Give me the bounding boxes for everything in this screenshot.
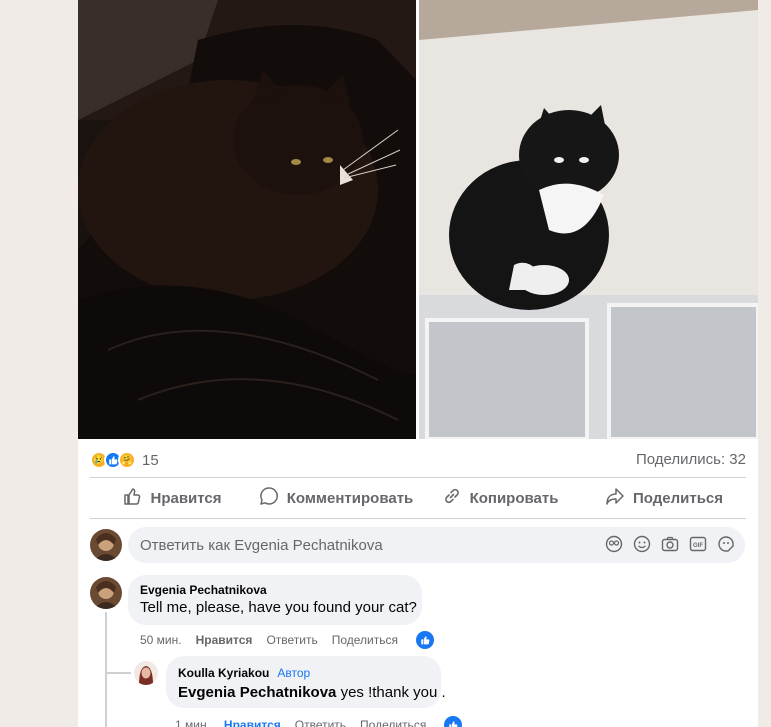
comment-input-placeholder: Ответить как Evgenia Pechatnikova bbox=[140, 536, 383, 554]
sticker-icon[interactable] bbox=[717, 535, 735, 553]
comment-input[interactable]: Ответить как Evgenia Pechatnikova GIF bbox=[128, 527, 745, 563]
divider bbox=[90, 477, 746, 478]
like-badge-icon bbox=[444, 716, 463, 727]
post-photo-2[interactable] bbox=[419, 0, 758, 439]
reply-text-body: yes !thank you . bbox=[336, 684, 446, 701]
shares-count[interactable]: Поделились: 32 bbox=[636, 451, 746, 468]
commenter-avatar[interactable] bbox=[90, 577, 122, 609]
post-card: 😢 🤗 15 Поделились: 32 Нравится Комментир… bbox=[78, 0, 758, 727]
camera-icon[interactable] bbox=[661, 535, 679, 553]
comment-like-button[interactable]: Нравится bbox=[196, 633, 253, 647]
comment-reply-button[interactable]: Ответить bbox=[266, 633, 317, 647]
comment-button[interactable]: Комментировать bbox=[254, 480, 418, 516]
emoji-icon[interactable] bbox=[633, 535, 651, 553]
comment-label: Комментировать bbox=[286, 489, 414, 507]
comment-bubble: Evgenia Pechatnikova Tell me, please, ha… bbox=[128, 575, 422, 625]
composer-tools: GIF bbox=[605, 535, 735, 553]
reply-mention[interactable]: Evgenia Pechatnikova bbox=[178, 684, 336, 701]
share-button[interactable]: Поделиться bbox=[582, 480, 746, 516]
current-user-avatar[interactable] bbox=[90, 529, 122, 561]
reply-like-button[interactable]: Нравится bbox=[224, 718, 281, 727]
reply-author-avatar[interactable] bbox=[134, 661, 158, 685]
comment-bubble-icon bbox=[259, 486, 279, 510]
reactions-summary[interactable]: 😢 🤗 15 bbox=[90, 450, 159, 470]
comment-meta: 50 мин. Нравится Ответить Поделиться bbox=[140, 631, 434, 649]
comment-author[interactable]: Evgenia Pechatnikova bbox=[140, 583, 410, 597]
divider bbox=[90, 518, 746, 519]
copy-button[interactable]: Копировать bbox=[418, 480, 582, 516]
reply-meta: 1 мин. Нравится Ответить Поделиться bbox=[175, 716, 463, 727]
like-label: Нравится bbox=[150, 489, 222, 507]
gif-icon[interactable]: GIF bbox=[689, 535, 707, 553]
reply-connector bbox=[105, 672, 131, 674]
reply-text: Evgenia Pechatnikova yes !thank you . bbox=[178, 684, 446, 701]
reply-share-button[interactable]: Поделиться bbox=[360, 718, 426, 727]
comment-time[interactable]: 50 мин. bbox=[140, 633, 182, 647]
like-button[interactable]: Нравится bbox=[90, 480, 254, 516]
share-arrow-icon bbox=[605, 486, 625, 510]
page-background-right bbox=[758, 0, 771, 727]
reply-bubble: Koulla Kyriakou Автор Evgenia Pechatnikov… bbox=[166, 656, 446, 708]
reply-time[interactable]: 1 мин. bbox=[175, 718, 210, 727]
reply-reply-button[interactable]: Ответить bbox=[295, 718, 346, 727]
reply-author[interactable]: Koulla Kyriakou bbox=[178, 666, 269, 680]
comment-share-button[interactable]: Поделиться bbox=[332, 633, 398, 647]
copy-label: Копировать bbox=[469, 489, 559, 507]
author-badge: Автор bbox=[277, 666, 311, 680]
post-photo-1[interactable] bbox=[78, 0, 416, 439]
page-background-left bbox=[0, 0, 78, 727]
reaction-count: 15 bbox=[142, 451, 159, 469]
care-reaction-icon: 🤗 bbox=[118, 451, 136, 469]
avatar-sticker-icon[interactable] bbox=[605, 535, 623, 553]
thread-line bbox=[105, 612, 107, 727]
share-label: Поделиться bbox=[632, 489, 724, 507]
like-badge-icon bbox=[416, 631, 434, 649]
post-action-bar: Нравится Комментировать Копировать Подел… bbox=[90, 480, 746, 516]
thumbs-up-icon bbox=[122, 486, 142, 510]
link-icon bbox=[442, 486, 462, 510]
svg-text:GIF: GIF bbox=[693, 543, 703, 549]
comment-text: Tell me, please, have you found your cat… bbox=[140, 599, 417, 616]
